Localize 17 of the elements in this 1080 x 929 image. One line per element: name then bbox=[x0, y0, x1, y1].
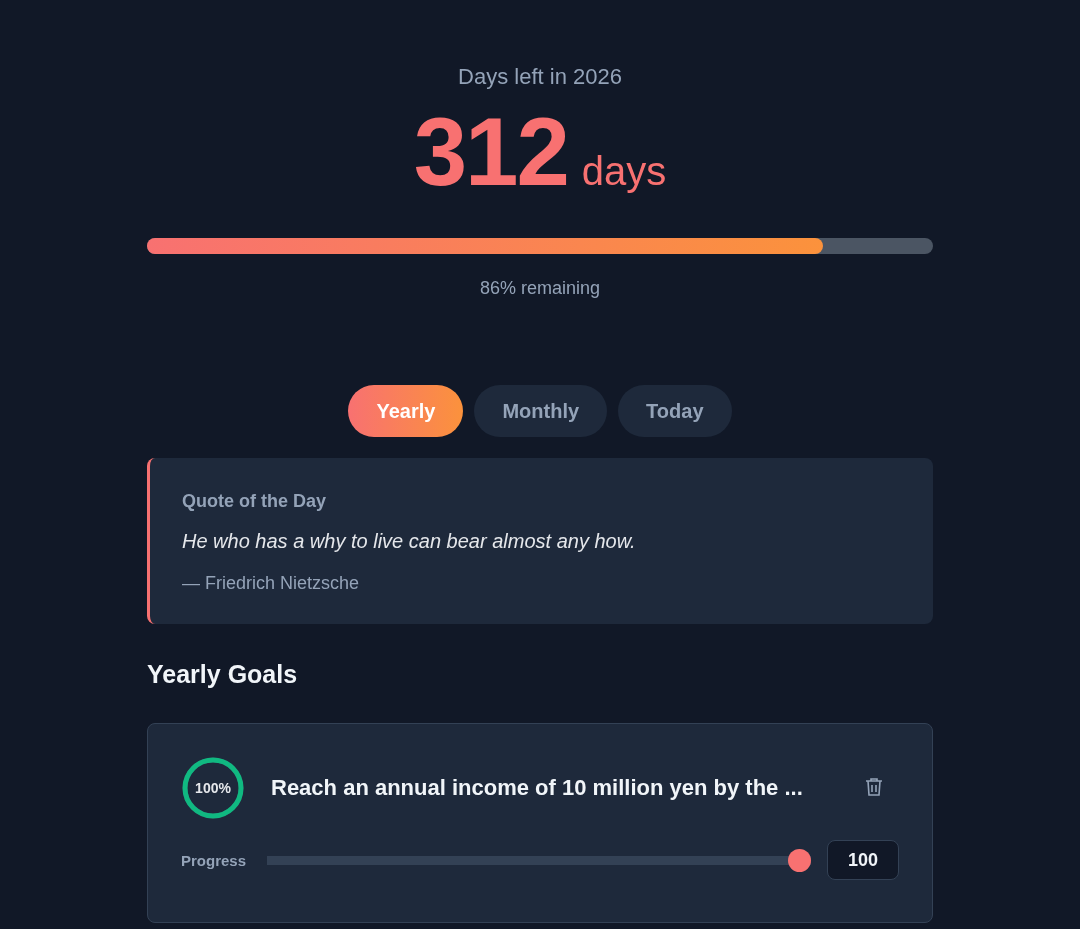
days-unit: days bbox=[581, 149, 667, 194]
goal-title: Reach an annual income of 10 million yen by the ... bbox=[271, 775, 803, 801]
progress-ring bbox=[181, 756, 245, 820]
days-count: 312 bbox=[413, 104, 568, 200]
countdown-title: Days left in 2026 bbox=[458, 64, 622, 90]
percent-text: 100% bbox=[195, 781, 231, 795]
quote-text: He who has a why to live can bear almost any how. bbox=[182, 530, 636, 553]
section-heading: Yearly Goals bbox=[147, 660, 298, 689]
period-tab[interactable]: Today bbox=[618, 385, 732, 437]
progress-input[interactable]: 100 bbox=[827, 840, 899, 880]
remaining-text: 86% remaining bbox=[479, 278, 601, 299]
trash-icon bbox=[865, 776, 883, 797]
period-tab[interactable]: Monthly bbox=[474, 385, 608, 437]
quote-author: — Friedrich Nietzsche bbox=[182, 573, 360, 594]
quote-heading: Quote of the Day bbox=[182, 491, 326, 512]
slider-thumb[interactable] bbox=[788, 848, 811, 872]
progress-label: Progress bbox=[181, 851, 248, 869]
